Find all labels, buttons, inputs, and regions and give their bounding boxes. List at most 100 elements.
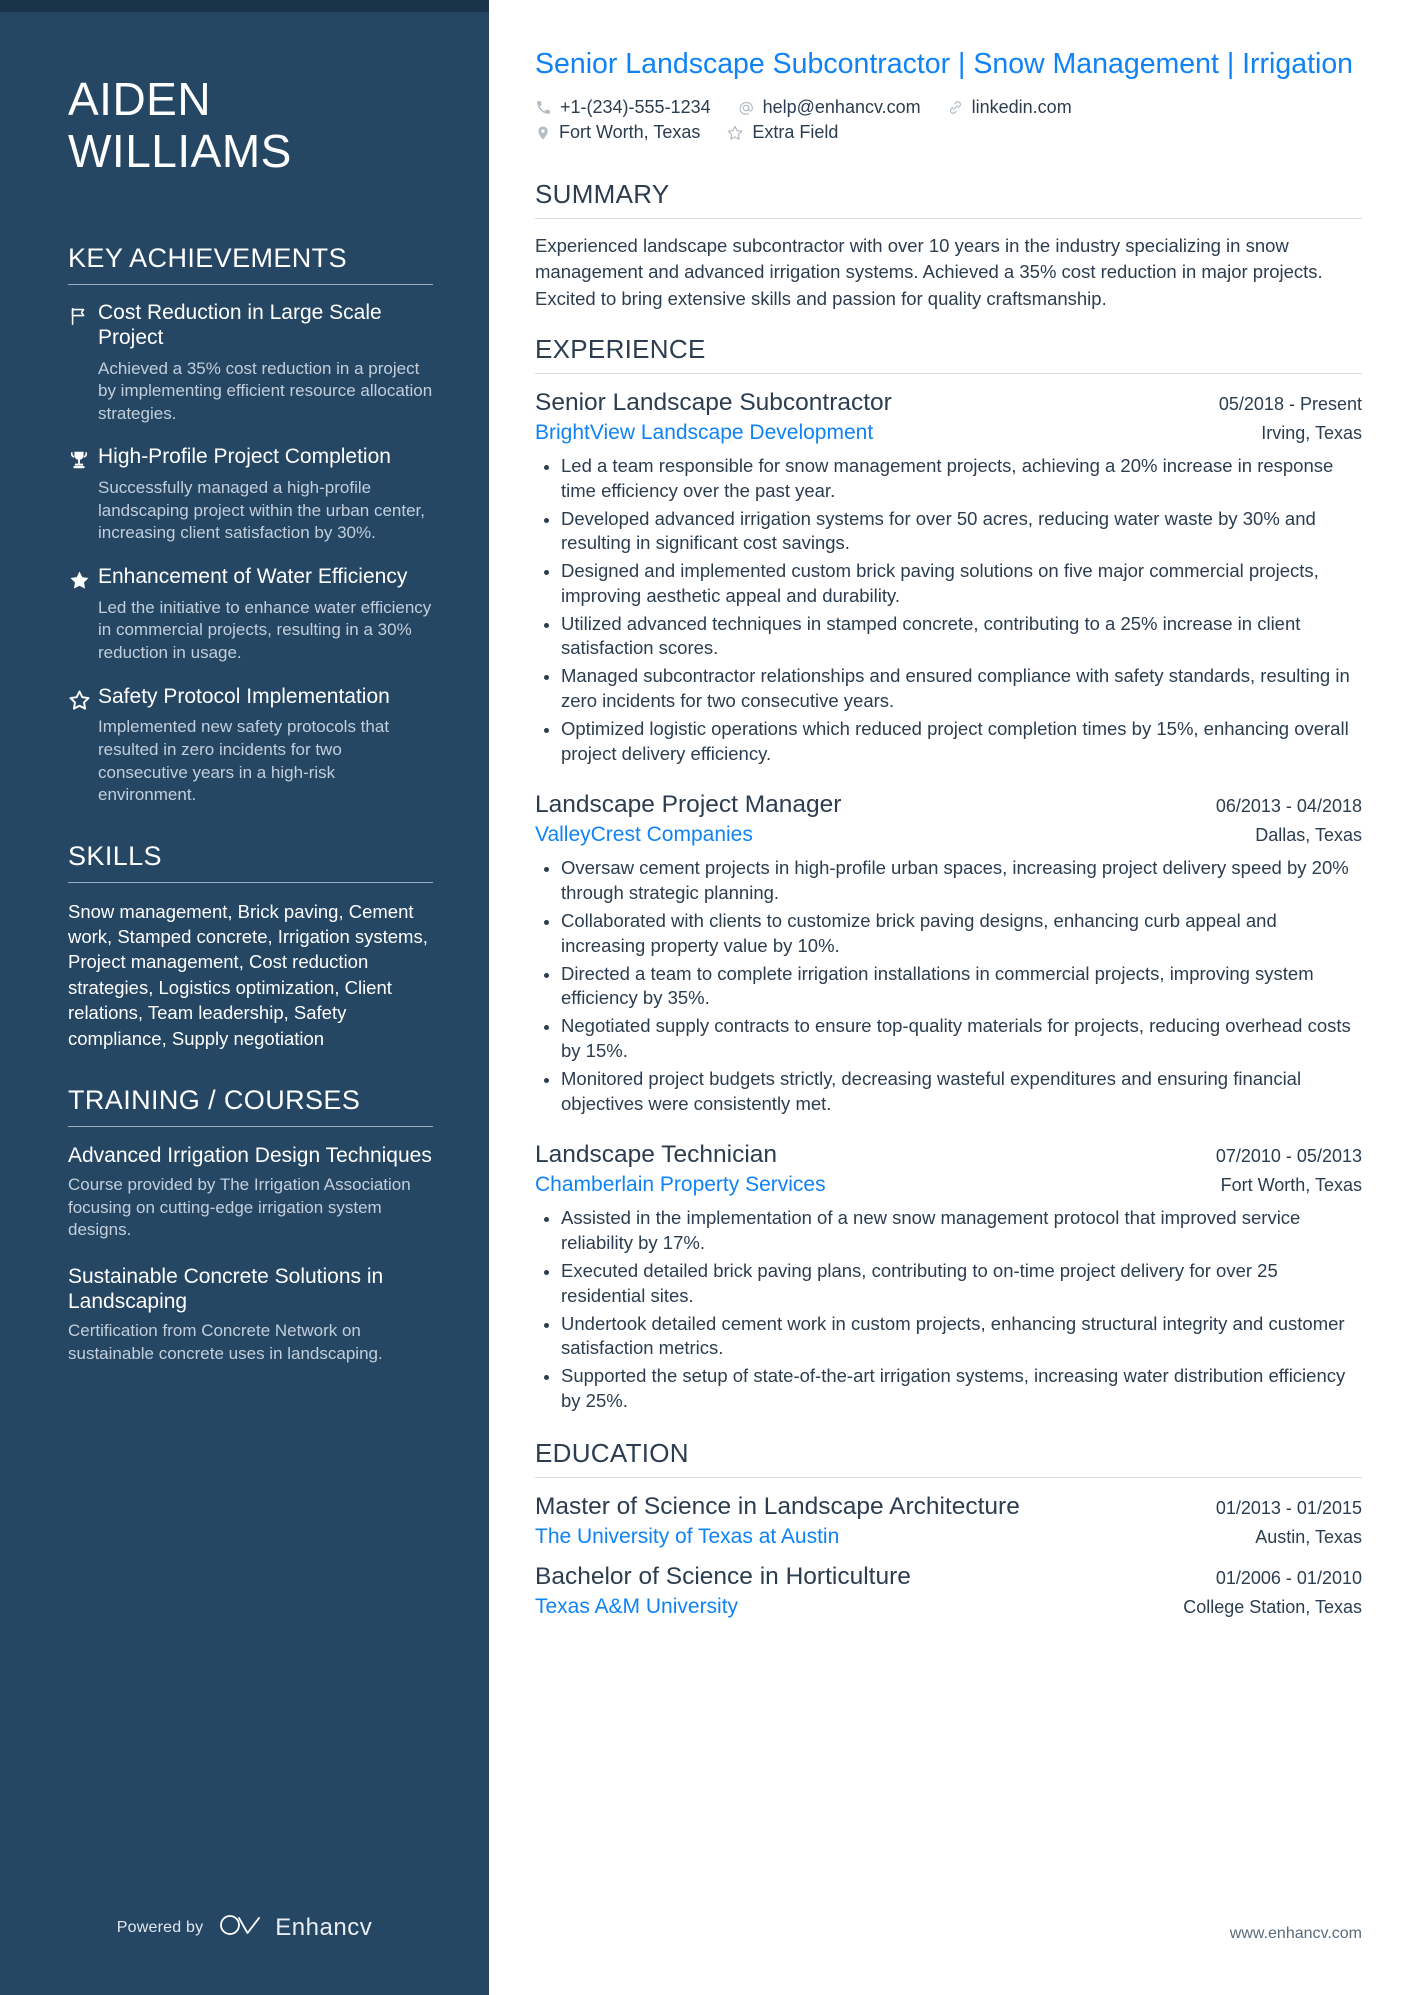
divider [68,881,433,883]
main-column: Senior Landscape Subcontractor | Snow Ma… [489,0,1410,1995]
course-description: Certification from Concrete Network on s… [68,1321,383,1363]
contact-linkedin[interactable]: linkedin.com [947,97,1072,118]
contact-extra-field: Extra Field [726,122,838,143]
job-bullet: Optimized logistic operations which redu… [535,717,1362,767]
job-location: Irving, Texas [1261,422,1362,443]
job-location: Fort Worth, Texas [1220,1175,1362,1196]
powered-by-label: Powered by [116,1918,204,1936]
degree-dates: 01/2006 - 01/2010 [1215,1567,1362,1588]
skills-list: Snow management, Brick paving, Cement wo… [68,900,428,1049]
summary-section: SUMMARY Experienced landscape subcontrac… [535,179,1362,312]
resume-page: AIDEN WILLIAMS KEY ACHIEVEMENTS Cost Red… [0,0,1410,1995]
school-name[interactable]: Texas A&M University [535,1594,738,1620]
sidebar-footer: Powered by Enhancv [0,1912,489,1943]
phone-icon [535,99,552,116]
divider [68,1125,433,1127]
skills-section: SKILLS Snow management, Brick paving, Ce… [68,841,433,1051]
course-description: Course provided by The Irrigation Associ… [68,1175,411,1240]
contact-email[interactable]: help@enhancv.com [737,97,921,118]
skills-heading: SKILLS [68,840,162,871]
candidate-name: AIDEN WILLIAMS [68,73,433,177]
experience-entry: Landscape Technician 07/2010 - 05/2013 C… [535,1140,1362,1413]
achievement-description: Led the initiative to enhance water effi… [98,597,432,662]
contact-phone-text: +1-(234)-555-1234 [560,97,711,118]
job-dates: 05/2018 - Present [1218,393,1362,414]
school-name[interactable]: The University of Texas at Austin [535,1524,839,1550]
job-bullet: Negotiated supply contracts to ensure to… [535,1014,1362,1064]
achievement-description: Implemented new safety protocols that re… [98,717,390,805]
contact-row-secondary: Fort Worth, Texas Extra Field [535,122,1362,143]
enhancv-mark-icon [219,1912,265,1943]
contact-phone[interactable]: +1-(234)-555-1234 [535,97,711,118]
achievement-title: Safety Protocol Implementation [98,684,390,708]
school-location: College Station, Texas [1183,1596,1362,1617]
company-name[interactable]: Chamberlain Property Services [535,1172,826,1198]
summary-text: Experienced landscape subcontractor with… [535,235,1323,309]
contact-location-text: Fort Worth, Texas [559,122,701,143]
divider [535,1476,1362,1478]
company-name[interactable]: ValleyCrest Companies [535,822,753,848]
enhancv-logo: Enhancv [219,1912,372,1943]
achievement-title: High-Profile Project Completion [98,445,391,469]
job-bullet: Collaborated with clients to customize b… [535,909,1362,959]
achievement-item: Safety Protocol Implementation Implement… [68,685,433,807]
company-name[interactable]: BrightView Landscape Development [535,420,873,446]
job-bullet: Utilized advanced techniques in stamped … [535,612,1362,662]
experience-entry: Landscape Project Manager 06/2013 - 04/2… [535,790,1362,1116]
achievement-item: Enhancement of Water Efficiency Led the … [68,565,433,665]
education-heading: EDUCATION [535,1437,689,1468]
star-outline-icon [726,124,744,142]
key-achievements-heading: KEY ACHIEVEMENTS [68,243,347,274]
job-bullets: Assisted in the implementation of a new … [535,1206,1362,1413]
school-location: Austin, Texas [1255,1526,1362,1547]
job-bullets: Led a team responsible for snow manageme… [535,454,1362,766]
experience-entry: Senior Landscape Subcontractor 05/2018 -… [535,388,1362,767]
achievement-title: Cost Reduction in Large Scale Project [98,301,382,349]
course-title: Advanced Irrigation Design Techniques [68,1143,432,1167]
sidebar: AIDEN WILLIAMS KEY ACHIEVEMENTS Cost Red… [0,0,489,1995]
experience-section: EXPERIENCE Senior Landscape Subcontracto… [535,334,1362,1414]
job-dates: 07/2010 - 05/2013 [1215,1146,1362,1167]
job-title: Landscape Technician [535,1141,778,1169]
enhancv-wordmark: Enhancv [275,1913,373,1941]
job-bullet: Oversaw cement projects in high-profile … [535,856,1362,906]
job-bullet: Assisted in the implementation of a new … [535,1206,1362,1256]
first-name: AIDEN [68,73,212,125]
degree-title: Master of Science in Landscape Architect… [535,1492,1020,1520]
contact-info: +1-(234)-555-1234 help@enhancv.com linke… [535,97,1362,143]
job-bullet: Supported the setup of state-of-the-art … [535,1364,1362,1414]
job-dates: 06/2013 - 04/2018 [1215,796,1362,817]
achievement-title: Enhancement of Water Efficiency [98,564,408,588]
job-bullet: Led a team responsible for snow manageme… [535,454,1362,504]
job-bullets: Oversaw cement projects in high-profile … [535,856,1362,1116]
achievement-item: High-Profile Project Completion Successf… [68,445,433,545]
key-achievements-section: KEY ACHIEVEMENTS Cost Reduction in Large… [68,243,433,807]
contact-location: Fort Worth, Texas [535,122,700,143]
divider [535,218,1362,220]
education-entry: Master of Science in Landscape Architect… [535,1492,1362,1550]
website-footer: www.enhancv.com [1229,1925,1362,1942]
job-location: Dallas, Texas [1255,825,1362,846]
last-name: WILLIAMS [68,124,292,177]
trophy-icon [68,445,98,471]
job-title: Senior Landscape Subcontractor [535,388,892,416]
degree-title: Bachelor of Science in Horticulture [535,1562,911,1590]
education-section: EDUCATION Master of Science in Landscape… [535,1438,1362,1620]
job-bullet: Designed and implemented custom brick pa… [535,559,1362,609]
link-icon [947,99,964,116]
training-courses-heading: TRAINING / COURSES [68,1084,361,1115]
divider [68,284,433,286]
job-bullet: Directed a team to complete irrigation i… [535,962,1362,1012]
course-item: Sustainable Concrete Solutions in Landsc… [68,1264,433,1366]
achievement-item: Cost Reduction in Large Scale Project Ac… [68,301,433,425]
degree-dates: 01/2013 - 01/2015 [1215,1497,1362,1518]
contact-email-text: help@enhancv.com [762,97,921,118]
location-pin-icon [535,124,551,142]
job-title: Landscape Project Manager [535,791,842,819]
training-courses-section: TRAINING / COURSES Advanced Irrigation D… [68,1085,433,1366]
job-bullet: Undertook detailed cement work in custom… [535,1312,1362,1362]
divider [535,372,1362,374]
at-icon [737,99,755,117]
contact-row-primary: +1-(234)-555-1234 help@enhancv.com linke… [535,97,1362,118]
flag-icon [68,301,98,327]
